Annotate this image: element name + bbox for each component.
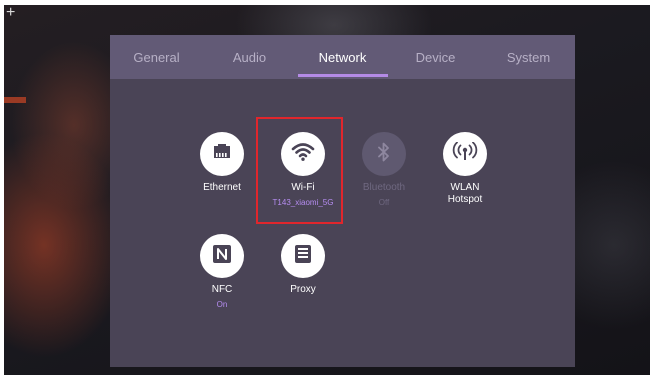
proxy-icon — [294, 244, 312, 269]
tab-bar: General Audio Network Device System — [110, 35, 575, 79]
tab-system[interactable]: System — [482, 35, 575, 79]
hotspot-circle — [443, 132, 487, 176]
nfc-status: On — [216, 300, 228, 309]
tab-label: Network — [318, 49, 367, 65]
wifi-highlight-box — [256, 117, 343, 224]
hotspot-label: WLAN Hotspot — [425, 182, 505, 206]
proxy-button[interactable]: Proxy — [263, 234, 343, 296]
bluetooth-circle — [362, 132, 406, 176]
bluetooth-status: Off — [378, 198, 390, 207]
background-decoration — [4, 97, 26, 103]
hotspot-button[interactable]: WLAN Hotspot — [425, 132, 505, 206]
tab-label: System — [506, 49, 551, 65]
ethernet-button[interactable]: Ethernet — [182, 132, 262, 194]
nfc-circle — [200, 234, 244, 278]
plus-icon: + — [6, 5, 16, 21]
nfc-button[interactable]: NFC On — [182, 234, 262, 310]
proxy-label: Proxy — [290, 284, 316, 295]
hotspot-icon — [452, 141, 478, 167]
bluetooth-icon — [377, 142, 391, 167]
tab-underline — [297, 74, 388, 77]
hotspot-label-text: WLAN Hotspot — [447, 182, 483, 205]
tab-label: Device — [415, 49, 456, 65]
tab-label: General — [133, 49, 180, 65]
tab-audio[interactable]: Audio — [203, 35, 296, 79]
bluetooth-button[interactable]: Bluetooth Off — [344, 132, 424, 208]
ethernet-icon — [211, 143, 233, 166]
tab-general[interactable]: General — [110, 35, 203, 79]
ethernet-circle — [200, 132, 244, 176]
proxy-circle — [281, 234, 325, 278]
ethernet-label: Ethernet — [203, 182, 241, 193]
tab-network[interactable]: Network — [296, 35, 389, 79]
nfc-icon — [212, 244, 232, 269]
bluetooth-label: Bluetooth — [362, 182, 406, 193]
tab-device[interactable]: Device — [389, 35, 482, 79]
tab-label: Audio — [232, 49, 267, 65]
nfc-label: NFC — [211, 284, 233, 295]
